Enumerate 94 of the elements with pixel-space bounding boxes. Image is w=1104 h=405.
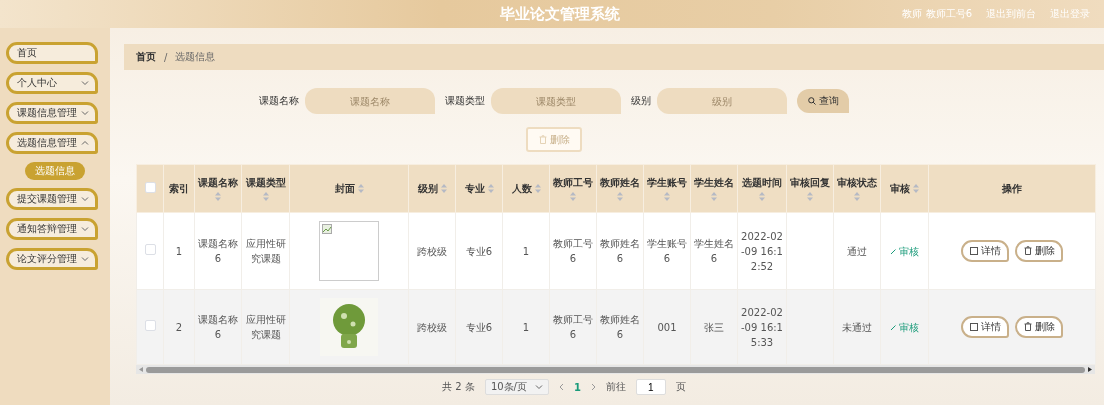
chevron-icon	[534, 383, 543, 391]
checkbox[interactable]	[144, 182, 156, 193]
table-cell-text: 专业6	[465, 245, 493, 257]
table-cell-text: 应用性研究课题	[245, 238, 286, 264]
table-cell-text: 跨校级	[417, 245, 447, 257]
chevron-icon	[81, 109, 89, 117]
table-cell-text: 学生姓名6	[694, 238, 734, 264]
column-header: 课题名称	[198, 176, 238, 190]
chevron-icon	[81, 225, 89, 233]
chevron-icon	[81, 79, 89, 87]
table-cell-text: 课题名称6	[198, 238, 238, 264]
column-header: 审核回复	[790, 176, 830, 190]
menu-item[interactable]: 课题信息管理	[6, 102, 98, 124]
table-cell-text: 1	[522, 245, 530, 257]
horizontal-scrollbar[interactable]	[136, 365, 1095, 374]
field-label: 课题名称	[259, 94, 299, 108]
total-count: 共 2 条	[442, 380, 475, 394]
search-field[interactable]: 课题类型	[491, 88, 621, 114]
table-cell-text: 跨校级	[417, 321, 447, 333]
column-header: 操作	[1002, 181, 1022, 196]
menu-item[interactable]: 通知答辩管理	[6, 218, 98, 240]
previous-page-icon[interactable]	[558, 383, 564, 391]
lightbulb-drawing	[320, 298, 378, 356]
table-cell-text: 通过	[847, 245, 867, 257]
table-cell-text: 教师姓名6	[600, 238, 640, 264]
chevron-icon	[81, 195, 89, 203]
table-cell-text: 1	[175, 245, 183, 257]
pencil-icon	[890, 323, 897, 331]
column-header: 选题时间	[742, 176, 782, 190]
search-field[interactable]: 课题名称	[305, 88, 435, 114]
search-button[interactable]: 查询	[797, 89, 849, 113]
column-header: 级别	[417, 181, 438, 196]
table-cell-text: 2022-02-09 16:12:52	[741, 230, 783, 272]
breadcrumb-separator: /	[164, 51, 168, 63]
broken-image-icon	[322, 224, 332, 234]
table-cell-text: 应用性研究课题	[245, 314, 286, 340]
trash-icon	[1023, 246, 1032, 256]
menu-item[interactable]: 首页	[6, 42, 98, 64]
column-header: 索引	[169, 181, 189, 196]
details-button[interactable]: 详情	[961, 316, 1009, 339]
field-label: 级别	[631, 94, 651, 108]
goto-label: 前往	[605, 380, 626, 394]
field-label: 课题类型	[445, 94, 485, 108]
table-cell-text: 专业6	[465, 321, 493, 333]
column-header: 专业	[464, 181, 485, 196]
trash-icon	[538, 135, 547, 144]
column-header: 审核状态	[837, 176, 877, 190]
delete-button[interactable]: 删除	[1015, 239, 1063, 262]
search-field[interactable]: 级别	[657, 88, 787, 114]
column-header: 审核	[890, 181, 910, 196]
chevron-icon	[81, 139, 89, 147]
delete-button[interactable]: 删除	[1015, 315, 1063, 338]
checkbox[interactable]	[144, 319, 156, 331]
table-cell-text: 2	[175, 321, 183, 333]
column-header: 封面	[334, 181, 355, 196]
table-cell-text: 未通过	[842, 321, 872, 333]
column-header: 教师工号	[553, 176, 593, 190]
menu-item[interactable]: 选题信息管理	[6, 132, 98, 154]
table-cell-text: 教师工号6	[553, 238, 593, 264]
app-title: 毕业论文管理系统	[500, 4, 620, 24]
pencil-icon	[890, 247, 897, 255]
table-cell-text: 2022-02-09 16:15:33	[741, 306, 783, 348]
next-page-icon[interactable]	[590, 383, 596, 391]
column-header: 课题类型	[245, 176, 286, 190]
table-cell-text: 1	[522, 321, 530, 333]
review-link[interactable]: 审核	[890, 243, 919, 259]
breadcrumb-link[interactable]: 首页	[136, 50, 156, 64]
table-cell-text: 课题名称6	[198, 314, 238, 340]
menu-item[interactable]: 提交课题管理	[6, 188, 98, 210]
trash-icon	[1023, 322, 1032, 332]
details-button[interactable]: 详情	[961, 240, 1009, 263]
column-header: 学生姓名	[694, 176, 734, 190]
column-header: 学生账号	[647, 176, 687, 190]
page-suffix: 页	[675, 380, 686, 394]
table-cell-text: 学生账号6	[647, 238, 687, 264]
menu-item[interactable]: 论文评分管理	[6, 248, 98, 270]
menu-item[interactable]: 个人中心	[6, 72, 98, 94]
column-header: 教师姓名	[600, 176, 640, 190]
user-label: 教师 教师工号6	[902, 7, 972, 21]
scroll-left-icon	[139, 367, 143, 372]
table-cell-text: 001	[657, 321, 677, 333]
breadcrumb-link[interactable]: 选题信息	[175, 50, 216, 64]
table-cell-text: 教师工号6	[553, 314, 593, 340]
search-icon	[807, 97, 816, 105]
scroll-right-icon	[1088, 367, 1092, 372]
page-input[interactable]: 1	[635, 379, 666, 395]
document-icon	[969, 323, 978, 332]
document-icon	[969, 247, 978, 256]
table-cell-text: 教师姓名6	[600, 314, 640, 340]
column-header: 人数	[511, 181, 532, 196]
page-size-select[interactable]: 10条/页	[484, 379, 549, 395]
table-cell-text: 张三	[704, 321, 724, 333]
chevron-icon	[81, 255, 89, 263]
checkbox[interactable]	[144, 243, 156, 255]
